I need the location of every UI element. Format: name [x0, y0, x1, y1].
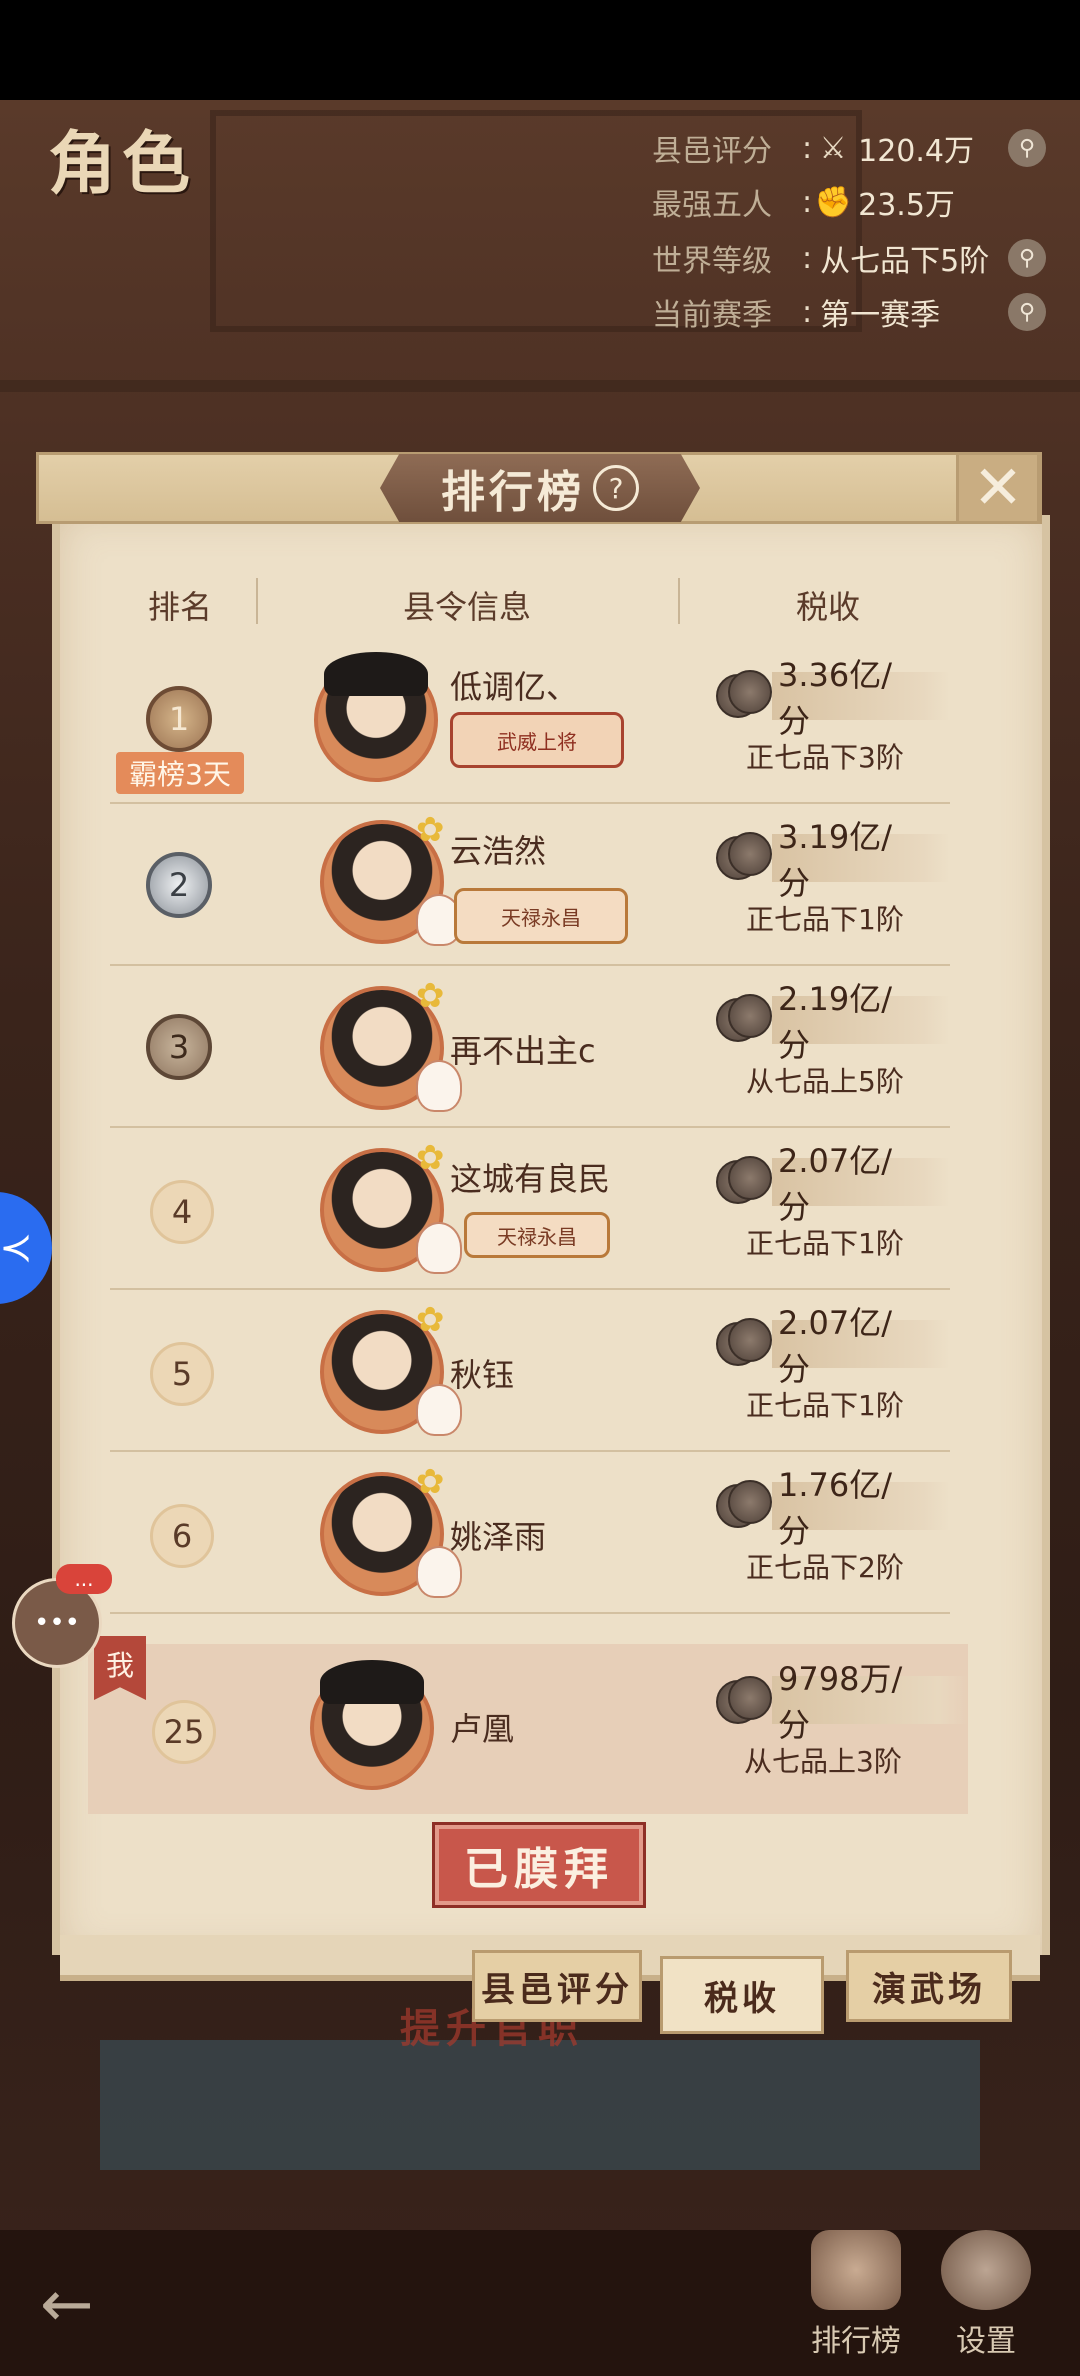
worship-button[interactable]: 已膜拜: [432, 1822, 646, 1908]
official-grade: 正七品下2阶: [746, 1551, 904, 1584]
player-name: 姚泽雨: [450, 1518, 547, 1556]
rank-badge: 25: [152, 1700, 216, 1764]
tax-value: 9798万/分: [772, 1660, 968, 1744]
stat-world-level: 世界等级 : 从七品下5阶: [652, 234, 989, 282]
player-name: 这城有良民: [450, 1160, 611, 1198]
stat-label: 最强五人: [652, 188, 772, 223]
panel-title: 排行榜: [441, 467, 585, 518]
bottom-nav: [0, 2230, 1080, 2376]
tax-value: 2.07亿/分: [772, 1142, 950, 1226]
stat-top-five: 最强五人 : ✊ 23.5万: [652, 178, 955, 226]
search-icon[interactable]: ⚲: [1008, 239, 1046, 277]
tax-value: 1.76亿/分: [772, 1466, 950, 1550]
table-row[interactable]: 2 ✿ 云浩然 天禄永昌 3.19亿/分 正七品下1阶: [110, 802, 950, 966]
avatar[interactable]: ✿: [320, 1462, 462, 1598]
avatar[interactable]: ✿: [320, 810, 462, 946]
coin-icon: [716, 1480, 774, 1528]
my-rank-row[interactable]: 25 卢凰 9798万/分 从七品上3阶: [88, 1644, 968, 1814]
coin-icon: [716, 1318, 774, 1366]
stat-season: 当前赛季 : 第一赛季: [652, 288, 940, 336]
stat-sep: :: [802, 240, 813, 276]
nav-label: 排行榜: [811, 2324, 901, 2359]
wood-beam: [0, 380, 1080, 392]
tab-tax[interactable]: 税收: [660, 1956, 824, 2034]
stat-sep: :: [802, 130, 813, 166]
player-name: 秋钰: [450, 1356, 515, 1394]
search-icon[interactable]: ⚲: [1008, 293, 1046, 331]
settings-icon: [941, 2230, 1031, 2310]
help-icon[interactable]: ?: [593, 465, 639, 511]
avatar[interactable]: ✿: [320, 1138, 462, 1274]
column-header-info: 县令信息: [402, 588, 531, 626]
chat-badge: ...: [56, 1564, 112, 1594]
table-row[interactable]: 6 ✿ 姚泽雨 1.76亿/分 正七品下2阶: [110, 1450, 950, 1614]
promote-area: [100, 2040, 980, 2170]
stat-label: 世界等级: [652, 244, 772, 279]
player-name: 卢凰: [450, 1710, 515, 1748]
coin-icon: [716, 670, 774, 718]
tab-county-score[interactable]: 县邑评分: [472, 1950, 642, 2022]
stat-value: 23.5万: [858, 188, 955, 223]
rank-badge: 2: [146, 852, 212, 918]
panel-title-ribbon: 排行榜 ?: [380, 454, 700, 522]
table-row[interactable]: 4 ✿ 这城有良民 天禄永昌 2.07亿/分 正七品下1阶: [110, 1126, 950, 1290]
rank-badge: 3: [146, 1014, 212, 1080]
coin-icon: [716, 1676, 774, 1724]
avatar[interactable]: [314, 652, 438, 782]
rank-badge: 6: [150, 1504, 214, 1568]
table-row[interactable]: 1 霸榜3天 低调亿、 武威上将 3.36亿/分 正七品下3阶: [110, 640, 950, 804]
search-icon[interactable]: ⚲: [1008, 129, 1046, 167]
back-icon[interactable]: ←: [40, 2268, 94, 2342]
page-title: 角色: [48, 124, 197, 204]
avatar[interactable]: ✿: [320, 976, 462, 1112]
tab-arena[interactable]: 演武场: [846, 1950, 1012, 2022]
official-grade: 从七品上5阶: [746, 1065, 904, 1098]
stat-value: 第一赛季: [820, 298, 941, 333]
coin-icon: [716, 1156, 774, 1204]
coin-icon: [716, 994, 774, 1042]
sword-icon: ⚔: [819, 130, 847, 166]
stat-sep: :: [802, 184, 813, 220]
stat-sep: :: [802, 294, 813, 330]
stat-label: 县邑评分: [652, 134, 772, 169]
player-name: 低调亿、: [450, 668, 579, 706]
nav-ranking[interactable]: 排行榜: [796, 2230, 916, 2370]
stat-county-score: 县邑评分 : ⚔ 120.4万: [652, 124, 974, 172]
column-header-rank: 排名: [147, 588, 212, 626]
avatar[interactable]: [310, 1660, 434, 1790]
fist-icon: ✊: [814, 184, 852, 220]
ranking-icon: [811, 2230, 901, 2310]
status-bar: [0, 0, 1080, 100]
official-grade: 正七品下3阶: [746, 741, 904, 774]
rank-badge: 4: [150, 1180, 214, 1244]
official-grade: 正七品下1阶: [746, 903, 904, 936]
avatar[interactable]: ✿: [320, 1300, 462, 1436]
column-header-tax: 税收: [795, 588, 860, 626]
title-badge: 天禄永昌: [464, 1212, 610, 1258]
title-badge: 天禄永昌: [454, 888, 628, 944]
rank-badge: 5: [150, 1342, 214, 1406]
official-grade: 从七品上3阶: [744, 1745, 902, 1778]
official-grade: 正七品下1阶: [746, 1389, 904, 1422]
tax-value: 3.36亿/分: [772, 656, 950, 740]
rank-badge: 1: [146, 686, 212, 752]
stat-value: 从七品下5阶: [820, 244, 990, 279]
tax-value: 2.07亿/分: [772, 1304, 950, 1388]
close-button[interactable]: ✕: [956, 452, 1040, 524]
title-badge: 武威上将: [450, 712, 624, 768]
tax-value: 2.19亿/分: [772, 980, 950, 1064]
stat-value: 120.4万: [858, 134, 974, 169]
player-name: 云浩然: [450, 832, 547, 870]
official-grade: 正七品下1阶: [746, 1227, 904, 1260]
tax-value: 3.19亿/分: [772, 818, 950, 902]
table-row[interactable]: 5 ✿ 秋钰 2.07亿/分 正七品下1阶: [110, 1288, 950, 1452]
coin-icon: [716, 832, 774, 880]
table-row[interactable]: 3 ✿ 再不出主c 2.19亿/分 从七品上5阶: [110, 964, 950, 1128]
nav-settings[interactable]: 设置: [926, 2230, 1046, 2370]
stat-label: 当前赛季: [652, 298, 772, 333]
streak-badge: 霸榜3天: [116, 752, 244, 794]
nav-label: 设置: [956, 2324, 1016, 2359]
player-name: 再不出主c: [450, 1032, 596, 1070]
